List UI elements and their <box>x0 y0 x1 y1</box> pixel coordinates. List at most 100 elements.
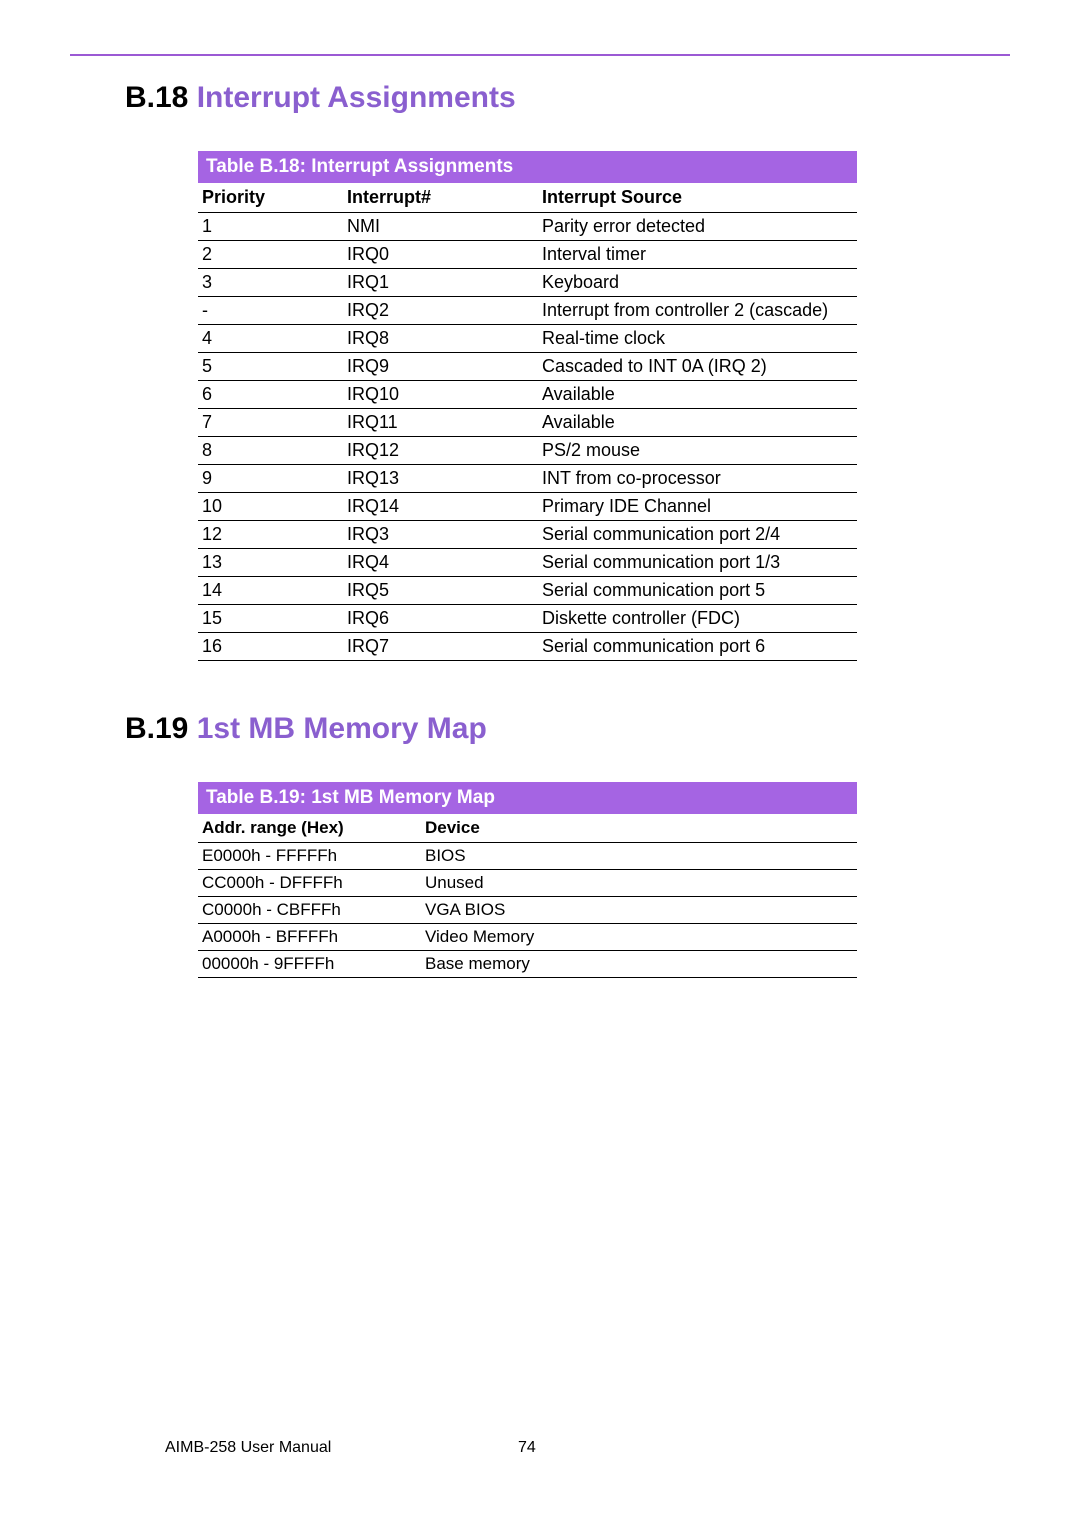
table-b18-wrap: Table B.18: Interrupt Assignments Priori… <box>198 151 857 661</box>
table-cell: 5 <box>198 353 343 381</box>
col-device: Device <box>421 814 857 843</box>
table-row: 9IRQ13INT from co-processor <box>198 465 857 493</box>
table-cell: Interval timer <box>538 241 857 269</box>
table-cell: Primary IDE Channel <box>538 493 857 521</box>
table-cell: - <box>198 297 343 325</box>
table-row: 8IRQ12PS/2 mouse <box>198 437 857 465</box>
table-cell: IRQ5 <box>343 577 538 605</box>
table-cell: IRQ13 <box>343 465 538 493</box>
table-cell: IRQ8 <box>343 325 538 353</box>
table-cell: 9 <box>198 465 343 493</box>
section-heading-b19: B.19 1st MB Memory Map <box>125 711 865 747</box>
table-row: 2IRQ0Interval timer <box>198 241 857 269</box>
table-cell: IRQ12 <box>343 437 538 465</box>
table-cell: Interrupt from controller 2 (cascade) <box>538 297 857 325</box>
table-cell: Diskette controller (FDC) <box>538 605 857 633</box>
table-cell: Available <box>538 409 857 437</box>
table-cell: 16 <box>198 633 343 661</box>
table-cell: Video Memory <box>421 924 857 951</box>
table-cell: IRQ0 <box>343 241 538 269</box>
table-cell: Serial communication port 2/4 <box>538 521 857 549</box>
table-cell: BIOS <box>421 843 857 870</box>
table-cell: 7 <box>198 409 343 437</box>
table-row: 3IRQ1Keyboard <box>198 269 857 297</box>
table-b18-caption: Table B.18: Interrupt Assignments <box>198 151 857 183</box>
table-row: 5IRQ9Cascaded to INT 0A (IRQ 2) <box>198 353 857 381</box>
col-addr-range: Addr. range (Hex) <box>198 814 421 843</box>
table-row: CC000h - DFFFFhUnused <box>198 870 857 897</box>
table-b19: Addr. range (Hex) Device E0000h - FFFFFh… <box>198 814 857 978</box>
table-cell: Real-time clock <box>538 325 857 353</box>
table-header-row: Addr. range (Hex) Device <box>198 814 857 843</box>
table-b18: Priority Interrupt# Interrupt Source 1NM… <box>198 183 857 661</box>
table-row: E0000h - FFFFFhBIOS <box>198 843 857 870</box>
table-cell: Serial communication port 1/3 <box>538 549 857 577</box>
table-cell: CC000h - DFFFFh <box>198 870 421 897</box>
table-cell: Base memory <box>421 951 857 978</box>
table-header-row: Priority Interrupt# Interrupt Source <box>198 183 857 213</box>
table-row: 7IRQ11Available <box>198 409 857 437</box>
table-cell: Keyboard <box>538 269 857 297</box>
table-row: C0000h - CBFFFhVGA BIOS <box>198 897 857 924</box>
table-cell: IRQ6 <box>343 605 538 633</box>
section-title: Interrupt Assignments <box>197 81 516 114</box>
table-cell: Available <box>538 381 857 409</box>
table-row: 13IRQ4Serial communication port 1/3 <box>198 549 857 577</box>
table-cell: Serial communication port 5 <box>538 577 857 605</box>
table-cell: 2 <box>198 241 343 269</box>
section-number: B.18 <box>125 81 188 114</box>
page-content: B.18 Interrupt Assignments Table B.18: I… <box>125 80 865 1028</box>
table-row: 12IRQ3Serial communication port 2/4 <box>198 521 857 549</box>
table-cell: Serial communication port 6 <box>538 633 857 661</box>
table-b19-caption: Table B.19: 1st MB Memory Map <box>198 782 857 814</box>
table-row: 10IRQ14Primary IDE Channel <box>198 493 857 521</box>
footer-manual-name: AIMB-258 User Manual <box>165 1439 331 1457</box>
footer-page-number: 74 <box>518 1439 536 1457</box>
col-priority: Priority <box>198 183 343 213</box>
table-cell: 6 <box>198 381 343 409</box>
table-row: A0000h - BFFFFhVideo Memory <box>198 924 857 951</box>
table-cell: IRQ11 <box>343 409 538 437</box>
table-cell: C0000h - CBFFFh <box>198 897 421 924</box>
table-row: -IRQ2Interrupt from controller 2 (cascad… <box>198 297 857 325</box>
table-row: 1NMIParity error detected <box>198 213 857 241</box>
table-cell: IRQ3 <box>343 521 538 549</box>
table-cell: 13 <box>198 549 343 577</box>
table-row: 14IRQ5Serial communication port 5 <box>198 577 857 605</box>
table-cell: NMI <box>343 213 538 241</box>
table-cell: A0000h - BFFFFh <box>198 924 421 951</box>
col-interrupt-num: Interrupt# <box>343 183 538 213</box>
section-number: B.19 <box>125 712 188 745</box>
table-row: 16IRQ7Serial communication port 6 <box>198 633 857 661</box>
section-heading-b18: B.18 Interrupt Assignments <box>125 80 865 116</box>
table-row: 4IRQ8Real-time clock <box>198 325 857 353</box>
table-cell: IRQ10 <box>343 381 538 409</box>
table-cell: IRQ2 <box>343 297 538 325</box>
table-cell: IRQ9 <box>343 353 538 381</box>
col-interrupt-source: Interrupt Source <box>538 183 857 213</box>
table-cell: 00000h - 9FFFFh <box>198 951 421 978</box>
table-cell: Unused <box>421 870 857 897</box>
table-cell: E0000h - FFFFFh <box>198 843 421 870</box>
table-cell: IRQ1 <box>343 269 538 297</box>
table-cell: IRQ14 <box>343 493 538 521</box>
table-row: 6IRQ10Available <box>198 381 857 409</box>
table-b19-wrap: Table B.19: 1st MB Memory Map Addr. rang… <box>198 782 857 978</box>
table-cell: PS/2 mouse <box>538 437 857 465</box>
table-cell: 15 <box>198 605 343 633</box>
table-cell: 3 <box>198 269 343 297</box>
table-cell: IRQ4 <box>343 549 538 577</box>
table-cell: Cascaded to INT 0A (IRQ 2) <box>538 353 857 381</box>
table-cell: 10 <box>198 493 343 521</box>
table-cell: Parity error detected <box>538 213 857 241</box>
table-cell: IRQ7 <box>343 633 538 661</box>
header-rule <box>70 54 1010 56</box>
page-footer: AIMB-258 User Manual 74 <box>165 1439 905 1457</box>
table-cell: 4 <box>198 325 343 353</box>
table-cell: 8 <box>198 437 343 465</box>
table-cell: VGA BIOS <box>421 897 857 924</box>
table-cell: INT from co-processor <box>538 465 857 493</box>
table-cell: 14 <box>198 577 343 605</box>
section-title: 1st MB Memory Map <box>197 712 487 745</box>
table-cell: 12 <box>198 521 343 549</box>
